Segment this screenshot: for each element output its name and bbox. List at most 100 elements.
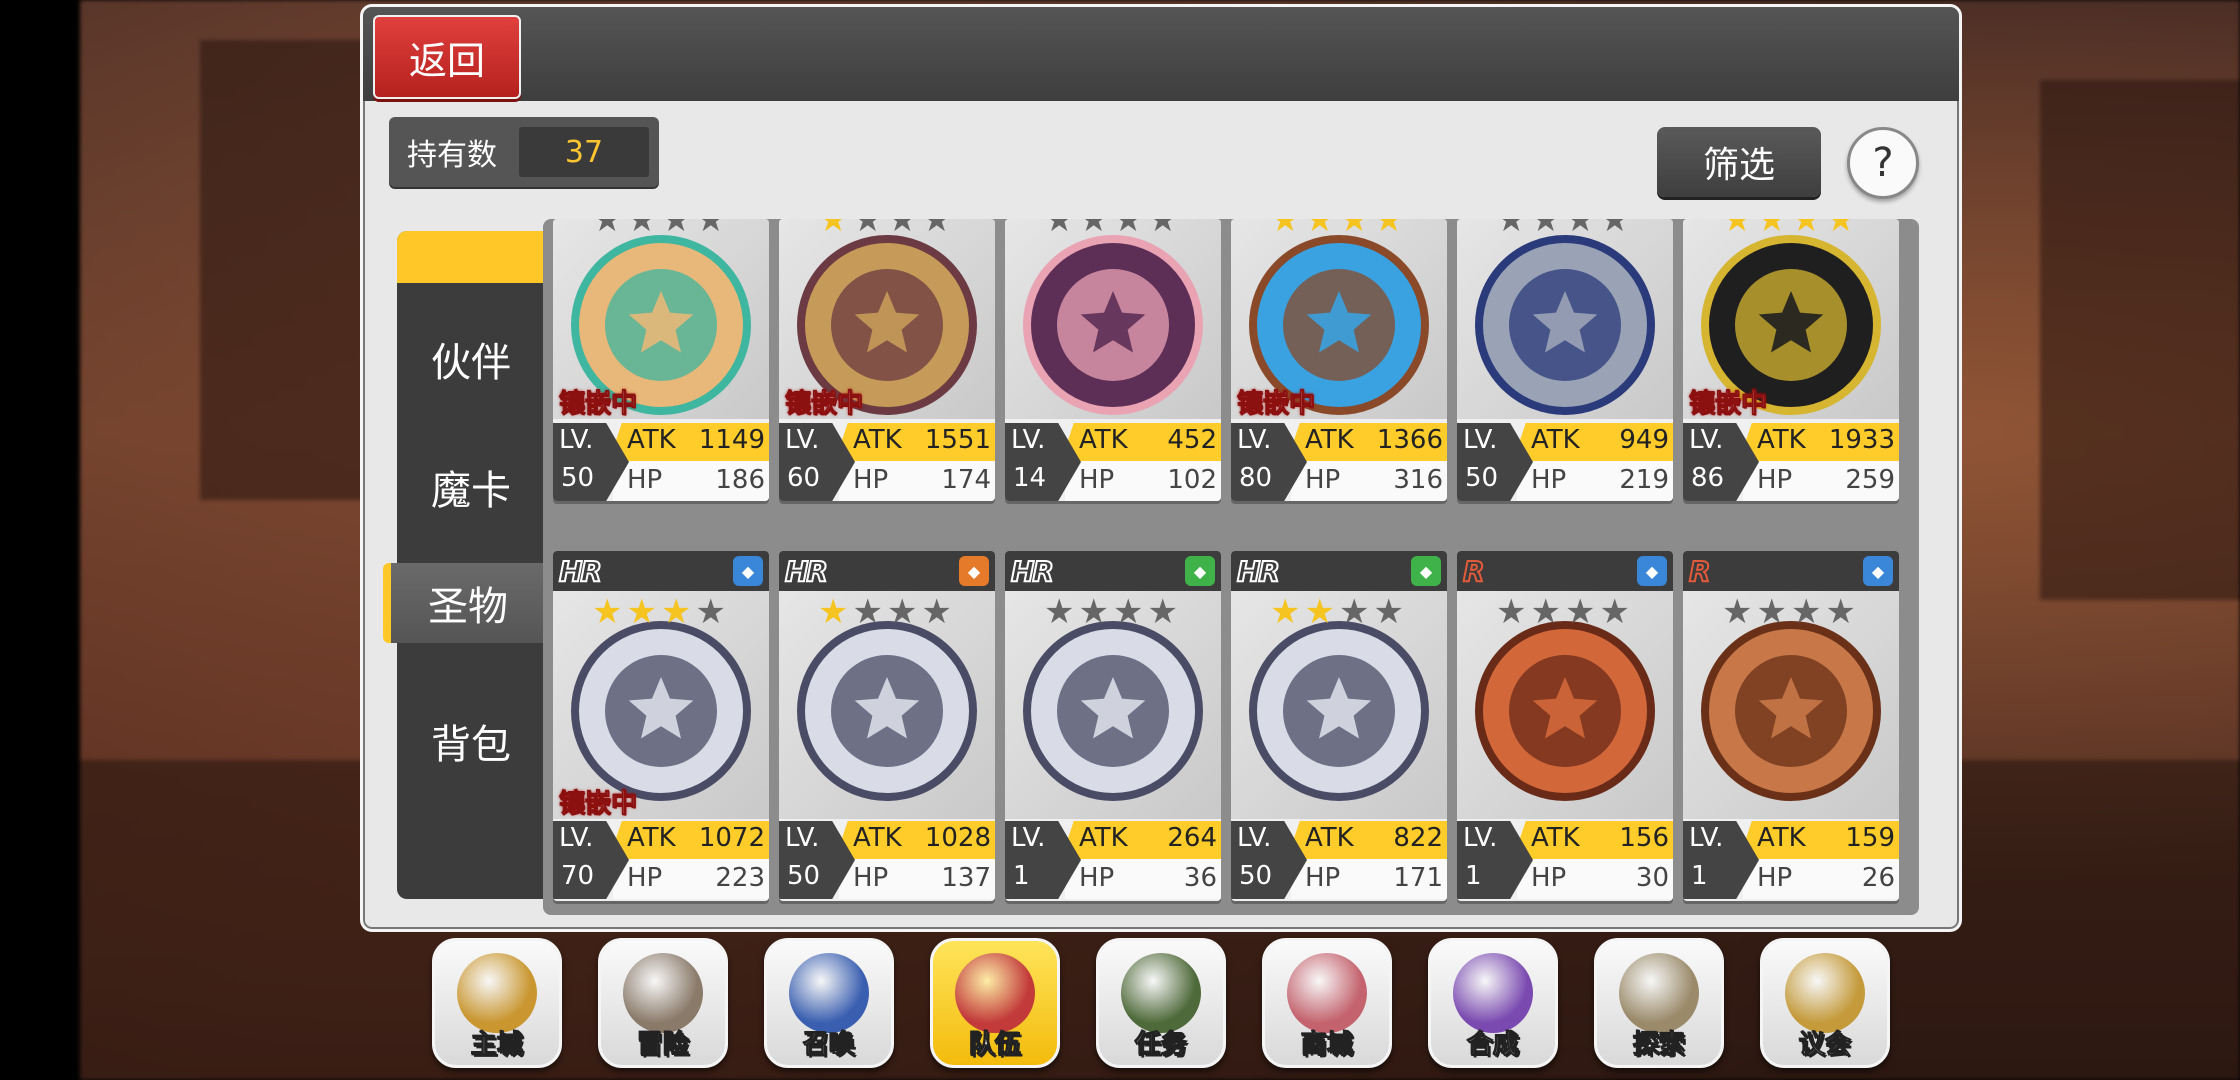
star-filled-icon: ★	[818, 592, 853, 632]
embedded-badge: 镶嵌中	[1688, 389, 1768, 420]
element-icon: ◆	[1637, 556, 1667, 586]
relic-emblem-icon	[1023, 235, 1203, 415]
star-filled-icon: ★	[1270, 219, 1305, 240]
level-value: 1	[1013, 861, 1030, 891]
wings-icon	[955, 953, 1035, 1033]
hp-label: HP	[853, 465, 889, 495]
rarity-label: R	[1688, 554, 1711, 589]
tab-relics[interactable]: 圣物	[383, 563, 545, 643]
star-empty-icon: ★	[1113, 219, 1148, 240]
star-empty-icon: ★	[1599, 219, 1634, 240]
relic-card[interactable]: HR ◆ ★★★★ LV. 1 ATK 264 HP 36	[1005, 551, 1221, 901]
atk-value: 1933	[1828, 425, 1895, 455]
nav-compass[interactable]: 探索	[1594, 938, 1724, 1068]
star-empty-icon: ★	[852, 219, 887, 240]
level-value: 50	[787, 861, 821, 891]
star-empty-icon: ★	[626, 219, 661, 240]
level-label: LV.	[559, 425, 594, 455]
relic-card[interactable]: R ◆ ★★★★ LV. 1 ATK 159 HP 26	[1683, 551, 1899, 901]
relic-art	[1005, 219, 1221, 419]
tab-backpack[interactable]: 背包	[397, 701, 545, 781]
relic-card[interactable]: HR ◆ ★★★★ 镶嵌中 LV. 70 ATK 1072 HP 223	[553, 551, 769, 901]
level-value: 50	[1465, 463, 1499, 493]
atk-value: 1366	[1376, 425, 1443, 455]
book-icon	[1121, 953, 1201, 1033]
relic-card[interactable]: ★★★★ LV. 14 ATK 452 HP 102	[1005, 219, 1221, 501]
nav-sword[interactable]: 冒险	[598, 938, 728, 1068]
nav-potion[interactable]: 合成	[1428, 938, 1558, 1068]
atk-value: 1072	[698, 823, 765, 853]
nav-book[interactable]: 任务	[1096, 938, 1226, 1068]
hp-label: HP	[1305, 465, 1341, 495]
atk-label: ATK	[1079, 425, 1128, 455]
star-rating: ★★★★	[779, 595, 995, 629]
relic-card[interactable]: ★★★★ 镶嵌中 LV. 80 ATK 1366 HP 316	[1231, 219, 1447, 501]
star-empty-icon: ★	[1599, 592, 1634, 632]
level-label: LV.	[1463, 425, 1498, 455]
back-button[interactable]: 返回	[373, 15, 521, 99]
relic-card[interactable]: ★★★★ 镶嵌中 LV. 86 ATK 1933 HP 259	[1683, 219, 1899, 501]
star-empty-icon: ★	[1044, 219, 1079, 240]
nav-crown[interactable]: 主城	[432, 938, 562, 1068]
filter-button[interactable]: 筛选	[1657, 127, 1821, 197]
level-value: 1	[1465, 861, 1482, 891]
embedded-badge: 镶嵌中	[1236, 389, 1316, 420]
nav-card[interactable]: 召唤	[764, 938, 894, 1068]
element-icon: ◆	[1185, 556, 1215, 586]
hp-label: HP	[1531, 465, 1567, 495]
relic-card[interactable]: ★★★★ 镶嵌中 LV. 60 ATK 1551 HP 174	[779, 219, 995, 501]
star-empty-icon: ★	[1565, 219, 1600, 240]
nav-tree[interactable]: 商城	[1262, 938, 1392, 1068]
star-empty-icon: ★	[921, 592, 956, 632]
hp-value: 102	[1167, 465, 1217, 495]
level-label: LV.	[785, 425, 820, 455]
star-empty-icon: ★	[852, 592, 887, 632]
level-label: LV.	[1011, 823, 1046, 853]
star-filled-icon: ★	[1270, 592, 1305, 632]
rarity-label: HR	[558, 554, 603, 589]
level-value: 1	[1691, 861, 1708, 891]
nav-council[interactable]: 议会	[1760, 938, 1890, 1068]
card-header: HR ◆	[1231, 551, 1447, 591]
star-empty-icon: ★	[1530, 592, 1565, 632]
hp-label: HP	[1757, 465, 1793, 495]
star-rating: ★★★★	[1457, 595, 1673, 629]
star-rating: ★★★★	[1683, 219, 1899, 237]
star-empty-icon: ★	[921, 219, 956, 240]
relic-card[interactable]: HR ◆ ★★★★ LV. 50 ATK 1028 HP 137	[779, 551, 995, 901]
atk-value: 156	[1619, 823, 1669, 853]
level-value: 86	[1691, 463, 1725, 493]
star-filled-icon: ★	[592, 592, 627, 632]
council-icon	[1785, 953, 1865, 1033]
help-button[interactable]: ?	[1847, 127, 1919, 199]
tab-magic-cards[interactable]: 魔卡	[397, 447, 545, 527]
star-empty-icon: ★	[1147, 219, 1182, 240]
hp-label: HP	[1079, 465, 1115, 495]
level-value: 50	[561, 463, 595, 493]
card-header: R ◆	[1457, 551, 1673, 591]
level-label: LV.	[1237, 425, 1272, 455]
card-stats: LV. 50 ATK 949 HP 219	[1457, 423, 1673, 501]
nav-label: 商城	[1300, 1030, 1353, 1061]
card-header: HR ◆	[779, 551, 995, 591]
relic-card[interactable]: HR ◆ ★★★★ LV. 50 ATK 822 HP 171	[1231, 551, 1447, 901]
relic-card[interactable]: ★★★★ LV. 50 ATK 949 HP 219	[1457, 219, 1673, 501]
atk-label: ATK	[1305, 823, 1354, 853]
level-value: 60	[787, 463, 821, 493]
title-bar	[363, 7, 1959, 101]
card-stats: LV. 1 ATK 264 HP 36	[1005, 821, 1221, 899]
relic-card[interactable]: ★★★★ 镶嵌中 LV. 50 ATK 1149 HP 186	[553, 219, 769, 501]
star-empty-icon: ★	[1339, 592, 1374, 632]
star-empty-icon: ★	[661, 219, 696, 240]
hp-value: 171	[1393, 863, 1443, 893]
relic-card[interactable]: R ◆ ★★★★ LV. 1 ATK 156 HP 30	[1457, 551, 1673, 901]
star-filled-icon: ★	[626, 592, 661, 632]
star-empty-icon: ★	[1565, 592, 1600, 632]
level-label: LV.	[1011, 425, 1046, 455]
star-filled-icon: ★	[661, 592, 696, 632]
nav-wings[interactable]: 队伍	[930, 938, 1060, 1068]
hp-value: 137	[941, 863, 991, 893]
nav-label: 合成	[1466, 1030, 1519, 1061]
tab-partners[interactable]: 伙伴	[397, 319, 545, 399]
hp-value: 219	[1619, 465, 1669, 495]
